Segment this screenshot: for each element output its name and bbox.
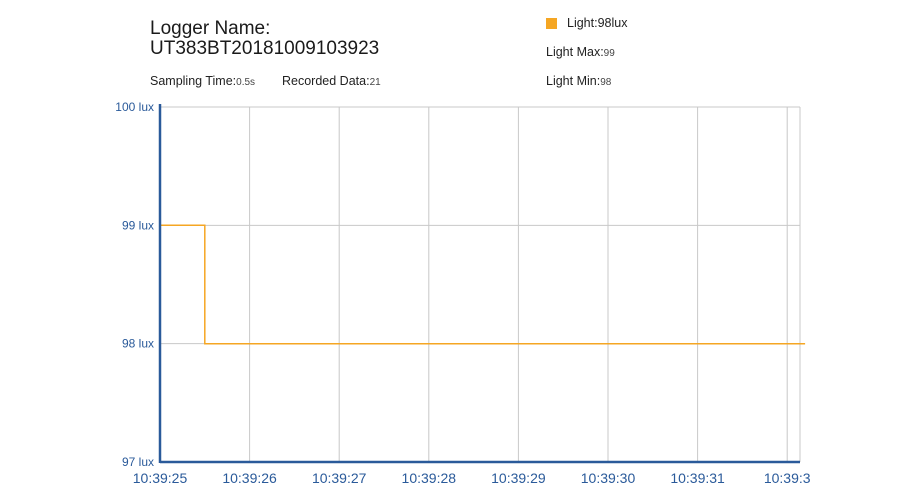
light-chart: 100 lux 99 lux 98 lux 97 lux10:39:25 10:39:2… — [115, 100, 811, 486]
x-tick-label: 10:39:26 — [222, 470, 277, 486]
y-tick-label: 100 lux — [115, 100, 154, 114]
x-tick-label: 10:39:3 — [764, 470, 811, 486]
light-series-line — [160, 224, 806, 345]
x-tick-label: 10:39:28 — [402, 470, 457, 486]
x-tick-label: 10:39:31 — [670, 470, 725, 486]
y-tick-label: 97 lux — [122, 455, 154, 469]
x-tick-label: 10:39:27 — [312, 470, 367, 486]
y-tick-label: 98 lux — [122, 337, 154, 351]
x-tick-label: 10:39:30 — [581, 470, 636, 486]
y-tick-label: 99 lux — [122, 218, 154, 232]
x-tick-label: 10:39:25 — [133, 470, 188, 486]
x-tick-label: 10:39:29 — [491, 470, 546, 486]
